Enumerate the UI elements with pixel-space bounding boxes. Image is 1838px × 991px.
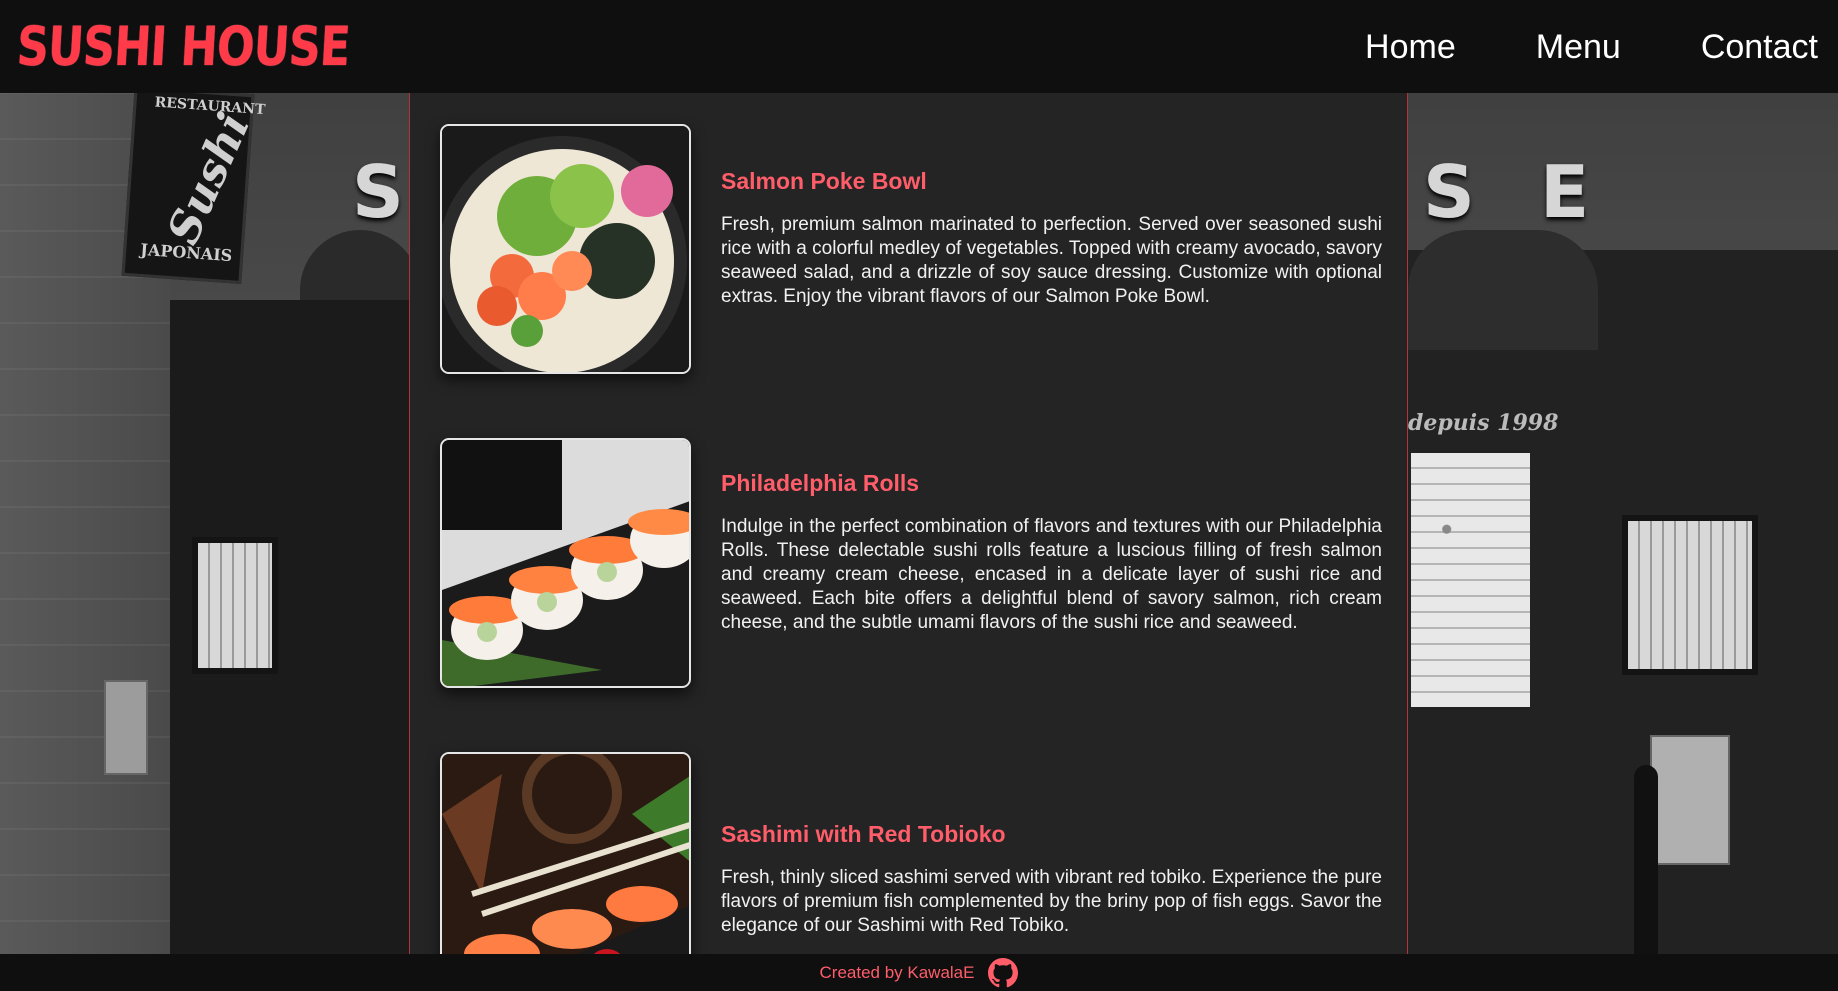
site-header: SUSHI HOUSE Home Menu Contact: [0, 0, 1838, 93]
window-script-text: depuis 1998: [1408, 410, 1559, 436]
philadelphia-rolls-photo: [442, 440, 689, 686]
github-icon-svg: [988, 957, 1019, 987]
menu-item: Sashimi with Red Tobioko Fresh, thinly s…: [440, 752, 1382, 954]
menu-item-description: Fresh, premium salmon marinated to perfe…: [721, 213, 1382, 307]
utility-cabinet-left: [104, 680, 148, 775]
menu-item: Salmon Poke Bowl Fresh, premium salmon m…: [440, 124, 1382, 374]
github-icon[interactable]: [988, 957, 1019, 988]
menu-item-description: Indulge in the perfect combination of fl…: [721, 515, 1382, 633]
credit-text: Created by KawalaE: [819, 962, 975, 982]
hanging-sign: RESTAURANT Sushi JAPONAIS: [121, 86, 266, 284]
menu-item-text: Salmon Poke Bowl Fresh, premium salmon m…: [721, 168, 1382, 309]
philadelphia-rolls-image: [440, 438, 691, 688]
menu-item-text: Philadelphia Rolls Indulge in the perfec…: [721, 470, 1382, 635]
salmon-poke-bowl-image: [440, 124, 691, 374]
hanging-sign-line-2: Sushi: [157, 105, 261, 252]
menu-window-left: [192, 537, 278, 674]
menu-item-text: Sashimi with Red Tobioko Fresh, thinly s…: [721, 821, 1382, 938]
utility-cabinet-right: [1650, 735, 1730, 865]
facade-letter: S: [1423, 150, 1475, 234]
bollard: [1634, 765, 1658, 955]
site-footer: Created by KawalaE: [0, 954, 1838, 991]
nav-menu-link[interactable]: Menu: [1536, 30, 1621, 64]
menu-panel: Salmon Poke Bowl Fresh, premium salmon m…: [409, 93, 1408, 954]
menu-item-title: Salmon Poke Bowl: [721, 168, 927, 194]
nav-contact-link[interactable]: Contact: [1701, 30, 1818, 64]
menu-item-title: Sashimi with Red Tobioko: [721, 821, 1006, 847]
menu-board-right: [1408, 450, 1533, 710]
main-nav: Home Menu Contact: [1285, 30, 1818, 64]
awning-right: [1408, 230, 1598, 350]
sashimi-red-tobiko-photo: [442, 754, 689, 954]
facade-letter: S: [352, 150, 404, 234]
sashimi-red-tobiko-image: [440, 752, 691, 954]
salmon-poke-bowl-photo: [442, 126, 689, 372]
menu-item-description: Fresh, thinly sliced sashimi served with…: [721, 866, 1382, 936]
facade-letter: E: [1540, 150, 1590, 234]
menu-item: Philadelphia Rolls Indulge in the perfec…: [440, 438, 1382, 688]
hanging-sign-line-3: JAPONAIS: [139, 239, 233, 266]
nav-home-link[interactable]: Home: [1365, 30, 1456, 64]
menu-item-title: Philadelphia Rolls: [721, 470, 920, 496]
menu-window-right: [1622, 515, 1758, 675]
site-logo[interactable]: SUSHI HOUSE: [15, 15, 351, 78]
